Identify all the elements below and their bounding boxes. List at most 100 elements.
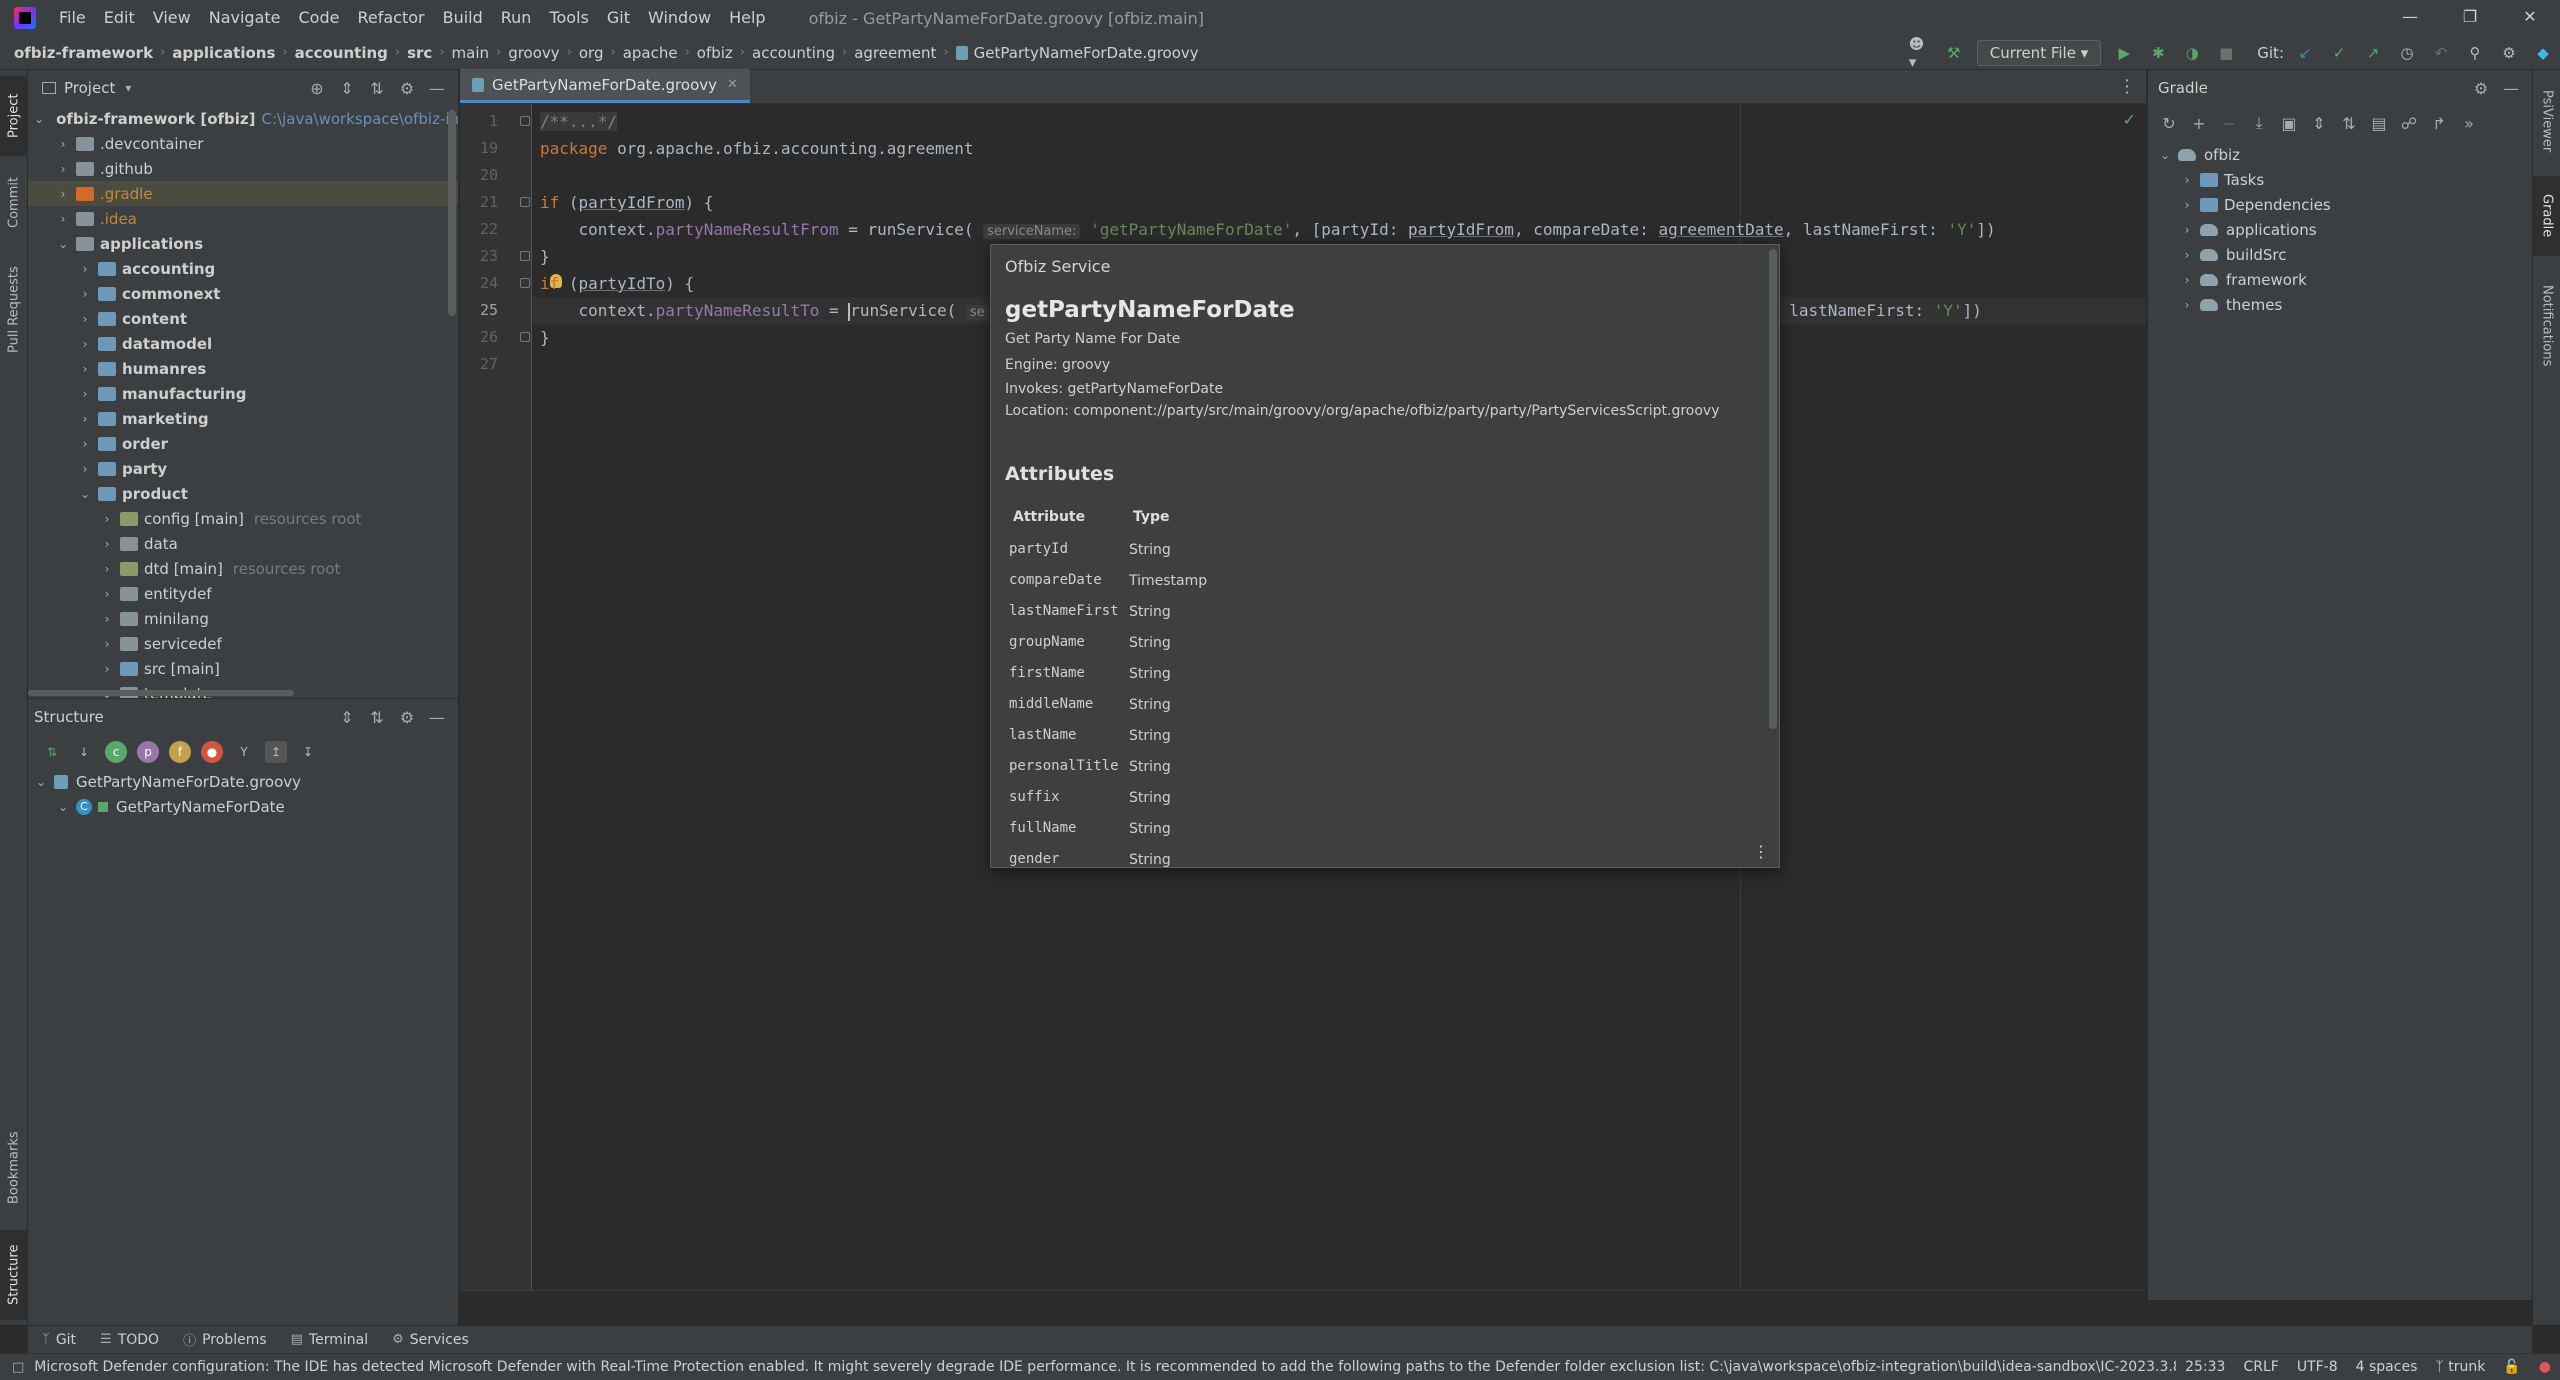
group-modules-icon[interactable]: ▤ — [2368, 114, 2390, 133]
chevron-right-icon[interactable]: › — [78, 437, 92, 451]
project-hscrollbar[interactable] — [28, 690, 294, 696]
menu-view[interactable]: View — [144, 0, 200, 36]
popup-scrollbar[interactable] — [1769, 249, 1777, 729]
tool-tab-pull-requests[interactable]: Pull Requests — [0, 250, 28, 370]
tree-item-party[interactable]: › party — [28, 456, 458, 481]
breadcrumb-item[interactable]: GetPartyNameForDate.groovy — [974, 44, 1199, 62]
close-tab-icon[interactable]: ✕ — [727, 77, 738, 92]
chevron-down-icon[interactable]: ⌄ — [34, 112, 44, 126]
breadcrumb-item[interactable]: ofbiz-framework — [14, 44, 153, 62]
chevron-down-icon[interactable]: ⌄ — [56, 237, 70, 251]
git-branch[interactable]: ᛉ trunk — [2435, 1359, 2485, 1375]
hide-icon[interactable]: — — [2500, 79, 2522, 98]
coverage-icon[interactable]: ◑ — [2181, 42, 2203, 64]
chevron-down-icon[interactable]: ⌄ — [78, 487, 92, 501]
tree-item-idea[interactable]: › .idea — [28, 206, 458, 231]
chevron-right-icon[interactable]: › — [78, 337, 92, 351]
fold-marker-icon[interactable] — [520, 251, 530, 261]
tree-item-order[interactable]: › order — [28, 431, 458, 456]
gradle-item-framework[interactable]: › framework — [2180, 267, 2307, 292]
chevron-down-icon[interactable]: ⌄ — [34, 775, 48, 789]
project-panel-title[interactable]: Project — [64, 79, 115, 97]
gradle-item-dependencies[interactable]: › Dependencies — [2180, 192, 2331, 217]
run-configuration-select[interactable]: Current File ▾ — [1976, 40, 2102, 66]
tree-item-marketing[interactable]: › marketing — [28, 406, 458, 431]
tool-tab-bookmarks[interactable]: Bookmarks — [0, 1118, 28, 1218]
tree-item-accounting[interactable]: › accounting — [28, 256, 458, 281]
minimize-icon[interactable]: — — [2382, 0, 2438, 36]
code-line[interactable]: } — [540, 324, 550, 351]
gradle-item-themes[interactable]: › themes — [2180, 292, 2283, 317]
chevron-right-icon[interactable]: › — [100, 587, 114, 601]
tree-item-manufacturing[interactable]: › manufacturing — [28, 381, 458, 406]
chevron-right-icon[interactable]: › — [78, 312, 92, 326]
gradle-item-ofbiz[interactable]: ⌄ ofbiz — [2158, 142, 2240, 167]
gear-icon[interactable]: ⚙ — [396, 79, 418, 98]
download-sources-icon[interactable]: ⤓ — [2248, 113, 2270, 133]
toggle-offline-icon[interactable]: ▣ — [2278, 114, 2300, 133]
breadcrumb-item[interactable]: accounting — [295, 44, 388, 62]
add-icon[interactable]: + — [2188, 114, 2210, 133]
status-panel-icon[interactable]: □ — [12, 1360, 24, 1375]
tree-item-entitydef[interactable]: › entitydef — [28, 581, 458, 606]
code-line[interactable]: if (partyIdFrom) { — [540, 189, 713, 216]
fold-marker-icon[interactable] — [520, 332, 530, 342]
breadcrumb-item[interactable]: src — [407, 44, 432, 62]
more-options-icon[interactable]: ⋮ — [1753, 842, 1769, 861]
menu-code[interactable]: Code — [290, 0, 349, 36]
sort-alpha-icon[interactable]: ↓ — [73, 741, 95, 763]
menu-build[interactable]: Build — [434, 0, 492, 36]
breadcrumb-item[interactable]: ofbiz — [697, 44, 733, 62]
tree-item-applications[interactable]: ⌄ applications — [28, 231, 458, 256]
chevron-right-icon[interactable]: › — [56, 187, 70, 201]
execute-task-icon[interactable]: ↱ — [2428, 114, 2450, 133]
editor-tab-getpartynamefordate[interactable]: GetPartyNameForDate.groovy ✕ — [460, 69, 750, 103]
collapse-all-icon[interactable]: ⇅ — [2338, 114, 2360, 133]
gear-icon[interactable]: ⚙ — [2498, 42, 2520, 64]
menu-refactor[interactable]: Refactor — [348, 0, 433, 36]
filter-icon[interactable]: Y — [233, 741, 255, 763]
more-tabs-icon[interactable]: ⋮ — [2118, 76, 2136, 97]
history-icon[interactable]: ◷ — [2396, 42, 2418, 64]
error-indicator-icon[interactable]: ● — [2539, 1359, 2551, 1375]
menu-navigate[interactable]: Navigate — [200, 0, 290, 36]
fold-marker-icon[interactable] — [520, 197, 530, 207]
chevron-right-icon[interactable]: › — [100, 662, 114, 676]
breadcrumb-item[interactable]: org — [579, 44, 604, 62]
chevron-right-icon[interactable]: › — [100, 637, 114, 651]
status-message[interactable]: Microsoft Defender configuration: The ID… — [34, 1359, 2176, 1375]
chevron-right-icon[interactable]: › — [2180, 198, 2194, 212]
tree-item-root[interactable]: ⌄ ofbiz-framework [ofbiz] C:\java\worksp… — [28, 106, 458, 131]
caret-position[interactable]: 25:33 — [2185, 1359, 2225, 1375]
breadcrumb-item[interactable]: applications — [172, 44, 275, 62]
breadcrumb-item[interactable]: accounting — [752, 44, 835, 62]
git-update-icon[interactable]: ↙ — [2294, 42, 2316, 64]
gradle-item-buildsrc[interactable]: › buildSrc — [2180, 242, 2287, 267]
chevron-right-icon[interactable]: › — [56, 137, 70, 151]
breadcrumb-item[interactable]: apache — [623, 44, 678, 62]
gear-icon[interactable]: ⚙ — [2470, 79, 2492, 98]
sort-visibility-icon[interactable]: ⇅ — [41, 741, 63, 763]
run-icon[interactable]: ▶ — [2113, 42, 2135, 64]
debug-icon[interactable]: ✱ — [2147, 42, 2169, 64]
chevron-right-icon[interactable]: › — [2180, 273, 2194, 287]
code-line[interactable]: /**...*/ — [540, 108, 618, 135]
expand-all-icon[interactable]: ⇕ — [2308, 114, 2330, 133]
fold-marker-icon[interactable] — [520, 116, 530, 126]
tool-button-problems[interactable]: ⓘ Problems — [183, 1330, 267, 1350]
chevron-right-icon[interactable]: › — [78, 362, 92, 376]
folded-comment[interactable]: /**...*/ — [540, 112, 618, 131]
menu-git[interactable]: Git — [598, 0, 639, 36]
tree-item-data[interactable]: › data — [28, 531, 458, 556]
chevron-right-icon[interactable]: › — [100, 537, 114, 551]
gradle-item-applications[interactable]: › applications — [2180, 217, 2317, 242]
menu-tools[interactable]: Tools — [540, 0, 597, 36]
code-line-tail[interactable]: , lastNameFirst: 'Y']) — [1770, 297, 1982, 324]
indent-setting[interactable]: 4 spaces — [2356, 1359, 2418, 1375]
autoscroll-to-source-icon[interactable]: ↥ — [265, 741, 287, 763]
stop-icon[interactable]: ■ — [2215, 42, 2237, 64]
file-encoding[interactable]: UTF-8 — [2297, 1359, 2338, 1375]
menu-edit[interactable]: Edit — [95, 0, 144, 36]
reload-icon[interactable]: ↻ — [2158, 114, 2180, 133]
tree-item-datamodel[interactable]: › datamodel — [28, 331, 458, 356]
